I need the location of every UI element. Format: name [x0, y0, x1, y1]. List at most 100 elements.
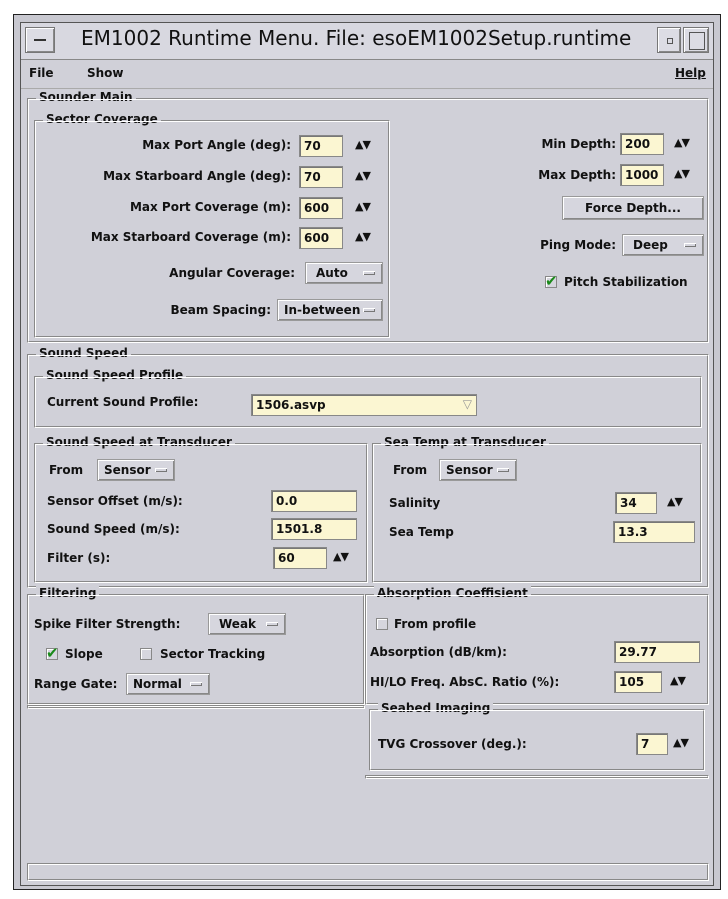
absorption-title: Absorption Coeffisient	[374, 586, 531, 600]
tvg-crossover-field[interactable]: 7	[636, 733, 668, 755]
sea-temp-group: Sea Temp at Transducer From Sensor Salin…	[372, 435, 702, 583]
slope-label: Slope	[65, 647, 103, 661]
transducer-from-select[interactable]: Sensor	[97, 459, 175, 481]
max-port-angle-label: Max Port Angle (deg):	[142, 138, 291, 152]
max-stbd-cov-spinner[interactable]: ▲▼	[355, 230, 387, 250]
max-depth-label: Max Depth:	[538, 168, 616, 182]
from-profile-label: From profile	[394, 617, 477, 631]
force-depth-button[interactable]: Force Depth...	[562, 196, 704, 220]
menu-bar: File Show Help	[21, 60, 713, 89]
angular-coverage-value: Auto	[316, 266, 348, 280]
beam-spacing-select[interactable]: In-between	[277, 299, 383, 321]
max-port-cov-spinner[interactable]: ▲▼	[355, 200, 387, 220]
sea-temp-field[interactable]: 13.3	[613, 521, 695, 543]
option-menu-icon	[190, 682, 202, 686]
window-title: EM1002 Runtime Menu. File: esoEM1002Setu…	[81, 26, 632, 50]
abs-ratio-label: HI/LO Freq. AbsC. Ratio (%):	[370, 675, 560, 689]
status-area	[27, 863, 709, 881]
sound-speed-transducer-title: Sound Speed at Transducer	[43, 435, 235, 449]
filter-field[interactable]: 60	[273, 547, 327, 569]
transducer-from-label: From	[49, 463, 84, 477]
from-profile-checkbox[interactable]	[376, 618, 388, 630]
range-gate-value: Normal	[133, 677, 182, 691]
sector-coverage-title: Sector Coverage	[43, 112, 161, 126]
max-depth-spinner[interactable]: ▲▼	[674, 167, 706, 187]
absorption-field[interactable]: 29.77	[614, 641, 700, 663]
ping-mode-label: Ping Mode:	[540, 238, 616, 252]
ping-mode-value: Deep	[633, 238, 668, 252]
min-depth-spinner[interactable]: ▲▼	[674, 136, 706, 156]
sound-speed-field[interactable]: 1501.8	[271, 518, 357, 540]
option-menu-icon	[155, 468, 167, 472]
absorption-label: Absorption (dB/km):	[370, 645, 507, 659]
sector-tracking-label: Sector Tracking	[160, 647, 266, 661]
sound-speed-profile-group: Sound Speed Profile Current Sound Profil…	[34, 368, 702, 428]
current-profile-field[interactable]: 1506.asvp ▽	[251, 394, 477, 416]
dropdown-arrow-icon[interactable]: ▽	[463, 397, 472, 411]
tvg-crossover-spinner[interactable]: ▲▼	[673, 736, 705, 756]
abs-ratio-field[interactable]: 105	[614, 671, 662, 693]
salinity-field[interactable]: 34	[615, 492, 657, 514]
window-menu-button[interactable]	[25, 27, 55, 53]
salinity-spinner[interactable]: ▲▼	[667, 495, 699, 515]
menu-help[interactable]: Help	[675, 66, 706, 80]
max-port-cov-label: Max Port Coverage (m):	[129, 200, 291, 214]
sea-temp-from-value: Sensor	[446, 463, 493, 477]
min-depth-label: Min Depth:	[541, 137, 616, 151]
max-port-angle-field[interactable]: 70	[299, 135, 343, 157]
filtering-title: Filtering	[36, 586, 100, 600]
maximize-button[interactable]	[683, 27, 709, 53]
option-menu-icon	[497, 468, 509, 472]
option-menu-icon	[684, 243, 696, 247]
range-gate-select[interactable]: Normal	[126, 673, 210, 695]
absorption-group: Absorption Coeffisient From profile Abso…	[365, 586, 709, 705]
right-bottom-divider	[365, 775, 709, 779]
minimize-button[interactable]	[657, 27, 681, 53]
filter-spinner[interactable]: ▲▼	[333, 550, 365, 570]
minimize-icon	[667, 38, 673, 44]
sound-speed-profile-title: Sound Speed Profile	[43, 368, 187, 382]
sea-temp-title: Sea Temp at Transducer	[381, 435, 549, 449]
max-port-cov-field[interactable]: 600	[299, 197, 343, 219]
sounder-main-group: Sounder Main Sector Coverage Max Port An…	[27, 90, 709, 343]
angular-coverage-select[interactable]: Auto	[305, 262, 383, 284]
range-gate-label: Range Gate:	[34, 677, 118, 691]
max-depth-field[interactable]: 1000	[620, 164, 664, 186]
ping-mode-select[interactable]: Deep	[622, 234, 704, 256]
slope-checkbox[interactable]: ✔	[46, 644, 59, 662]
seabed-imaging-title: Seabed Imaging	[378, 701, 494, 715]
option-menu-icon	[363, 271, 375, 275]
salinity-label: Salinity	[389, 496, 441, 510]
spike-filter-label: Spike Filter Strength:	[34, 617, 181, 631]
abs-ratio-spinner[interactable]: ▲▼	[670, 674, 702, 694]
menu-file[interactable]: File	[29, 66, 54, 80]
title-bar: EM1002 Runtime Menu. File: esoEM1002Setu…	[21, 23, 713, 60]
seabed-imaging-group: Seabed Imaging TVG Crossover (deg.): 7 ▲…	[369, 701, 705, 771]
min-depth-field[interactable]: 200	[620, 133, 664, 155]
max-port-angle-spinner[interactable]: ▲▼	[355, 138, 387, 158]
angular-coverage-label: Angular Coverage:	[169, 266, 295, 280]
beam-spacing-value: In-between	[284, 303, 361, 317]
runtime-window: EM1002 Runtime Menu. File: esoEM1002Setu…	[20, 22, 714, 886]
sea-temp-from-label: From	[393, 463, 428, 477]
maximize-icon	[689, 32, 705, 50]
spike-filter-value: Weak	[219, 617, 257, 631]
max-stbd-angle-spinner[interactable]: ▲▼	[355, 169, 387, 189]
max-stbd-angle-field[interactable]: 70	[299, 166, 343, 188]
sound-speed-label: Sound Speed (m/s):	[47, 522, 180, 536]
menu-show[interactable]: Show	[87, 66, 124, 80]
spike-filter-select[interactable]: Weak	[208, 613, 286, 635]
max-stbd-cov-field[interactable]: 600	[299, 227, 343, 249]
pitch-stabilization-checkbox[interactable]: ✔	[545, 272, 558, 290]
transducer-from-value: Sensor	[104, 463, 151, 477]
checkmark-icon: ✔	[545, 272, 558, 290]
sea-temp-from-select[interactable]: Sensor	[439, 459, 517, 481]
sensor-offset-label: Sensor Offset (m/s):	[47, 494, 183, 508]
filter-label: Filter (s):	[47, 551, 111, 565]
option-menu-icon	[363, 308, 375, 312]
sensor-offset-field[interactable]: 0.0	[271, 490, 357, 512]
beam-spacing-label: Beam Spacing:	[170, 303, 271, 317]
sector-tracking-checkbox[interactable]	[140, 648, 152, 660]
sound-speed-title: Sound Speed	[36, 346, 131, 360]
tvg-crossover-label: TVG Crossover (deg.):	[378, 737, 527, 751]
